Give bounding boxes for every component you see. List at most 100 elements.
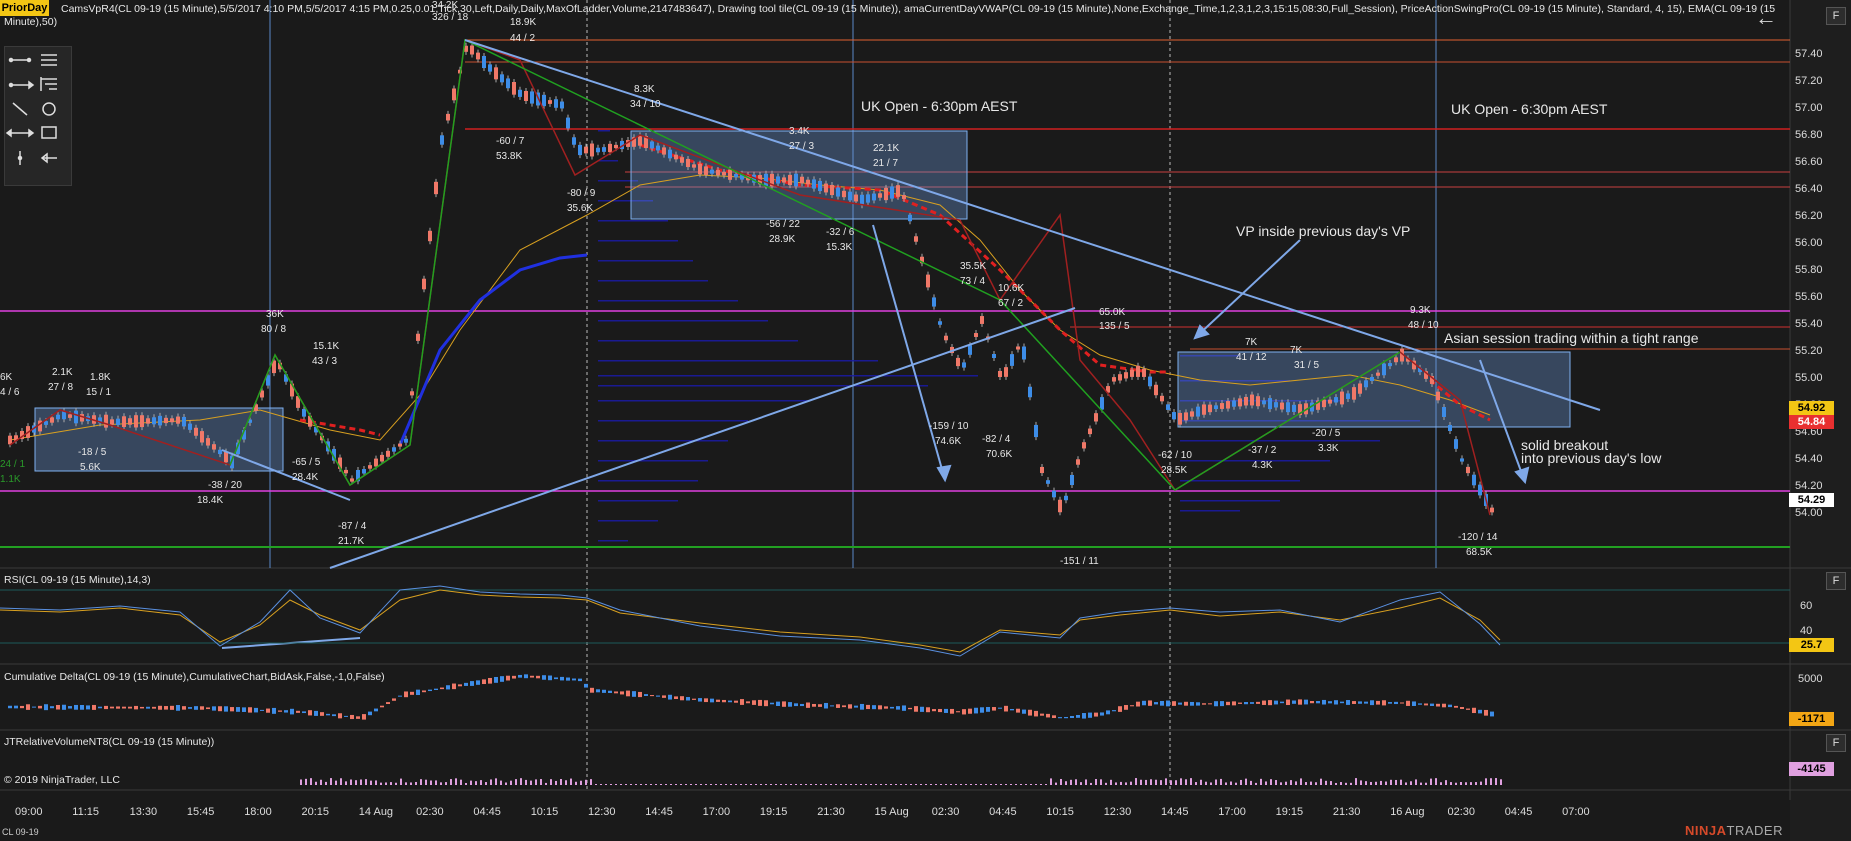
- candle: [1268, 398, 1272, 410]
- candle: [110, 419, 114, 425]
- price-tick-label: 56.80: [1795, 129, 1823, 141]
- time-tick-label: 14:45: [645, 806, 673, 818]
- price-tick-label: 55.40: [1795, 318, 1823, 330]
- relvol-bar: [1475, 782, 1477, 785]
- candle: [128, 418, 132, 425]
- candle: [1328, 399, 1332, 404]
- relvol-bar: [395, 782, 397, 785]
- relvol-bar: [535, 779, 537, 785]
- back-arrow-icon[interactable]: ←: [1755, 5, 1777, 31]
- time-tick-label: 10:15: [530, 806, 559, 818]
- chart-canvas[interactable]: [0, 0, 1851, 841]
- swing-label: 1.8K: [90, 372, 111, 383]
- relvol-bar: [1260, 778, 1262, 785]
- delta-bar: [608, 690, 612, 693]
- relvol-bar: [620, 784, 622, 785]
- rectangle-icon[interactable]: [41, 126, 57, 139]
- relvol-bar: [1140, 779, 1142, 785]
- delta-bar: [26, 704, 30, 710]
- relvol-bar: [1160, 780, 1162, 785]
- fibonacci-icon[interactable]: [40, 77, 57, 91]
- delta-bar: [1022, 709, 1026, 714]
- swing-label: 44 / 2: [510, 33, 536, 44]
- vertical-line-icon[interactable]: [17, 151, 23, 165]
- relvol-bar: [1025, 784, 1027, 785]
- horizontal-lines-icon[interactable]: [41, 54, 57, 66]
- relvol-bar: [870, 784, 872, 785]
- ray-tool-icon[interactable]: [8, 80, 35, 90]
- delta-bar: [572, 678, 576, 681]
- candle: [578, 144, 582, 156]
- delta-bar: [1466, 708, 1470, 710]
- extended-line-icon[interactable]: [5, 128, 35, 138]
- candle: [374, 458, 378, 467]
- delta-bar: [1244, 702, 1248, 705]
- delta-bar: [554, 677, 558, 680]
- swing-label: 9.3K: [1410, 305, 1431, 316]
- swing-label: 73 / 4: [960, 276, 986, 287]
- delta-bar: [860, 703, 864, 710]
- candle: [1262, 400, 1266, 405]
- line-tool-icon[interactable]: [8, 57, 32, 63]
- price-tick-label: 54.00: [1795, 507, 1823, 519]
- relvol-bar: [1195, 782, 1197, 785]
- candle: [146, 418, 150, 424]
- candle: [500, 74, 504, 83]
- swing-label: 28.4K: [292, 472, 319, 483]
- swing-label: 41 / 12: [1236, 352, 1267, 363]
- delta-bar: [452, 683, 456, 690]
- relvol-bar: [315, 781, 317, 785]
- delta-bar: [1052, 715, 1056, 719]
- rsi-format-button[interactable]: F: [1826, 572, 1846, 590]
- delta-bar: [1292, 700, 1296, 704]
- swing-label: 34.2K: [432, 0, 459, 11]
- delta-bar: [200, 706, 204, 710]
- delta-bar: [224, 706, 228, 712]
- swing-label: -38 / 20: [208, 480, 242, 491]
- price-tick-label: 55.80: [1795, 264, 1823, 276]
- ellipse-icon[interactable]: [42, 102, 56, 116]
- relvol-bar: [885, 784, 887, 785]
- candle: [722, 172, 726, 176]
- candle: [764, 173, 768, 187]
- relvol-format-button[interactable]: F: [1826, 734, 1846, 752]
- candle: [1364, 380, 1368, 388]
- delta-bar: [1376, 700, 1380, 705]
- relvol-bar: [830, 784, 832, 785]
- relvol-bar: [1280, 782, 1282, 785]
- price-tick-label: 57.00: [1795, 102, 1823, 114]
- delta-bar: [728, 700, 732, 703]
- swing-label: -82 / 4: [982, 434, 1011, 445]
- candle: [344, 469, 348, 474]
- relvol-bar: [1350, 782, 1352, 785]
- relvol-bar: [1055, 782, 1057, 785]
- delta-bar: [1064, 716, 1068, 719]
- candle: [1490, 507, 1494, 513]
- delta-bar: [1094, 712, 1098, 717]
- delta-bar: [416, 689, 420, 696]
- relvol-bar: [1180, 778, 1182, 785]
- candle: [704, 166, 708, 175]
- delta-bar: [818, 704, 822, 707]
- delta-bar: [530, 675, 534, 678]
- candle: [608, 143, 612, 153]
- swing-label: 65.0K: [1099, 307, 1126, 318]
- arrow-line-icon[interactable]: [40, 152, 57, 164]
- trend-line-icon[interactable]: [12, 102, 28, 116]
- relvol-bar: [880, 784, 882, 785]
- delta-bar: [140, 706, 144, 709]
- relvol-bar: [1240, 779, 1242, 785]
- candle: [62, 411, 66, 420]
- candle: [1376, 372, 1380, 376]
- relvol-bar: [685, 784, 687, 785]
- delta-bar: [1328, 701, 1332, 704]
- candle: [638, 135, 642, 146]
- delta-bar: [8, 705, 12, 709]
- relvol-bar: [345, 781, 347, 785]
- delta-bar: [1016, 708, 1020, 713]
- relvol-bar: [445, 782, 447, 785]
- delta-bar: [578, 678, 582, 682]
- delta-bar: [1136, 701, 1140, 707]
- prior-day-badge[interactable]: PriorDay: [0, 0, 49, 16]
- main-panel-f-button[interactable]: F: [1826, 7, 1846, 25]
